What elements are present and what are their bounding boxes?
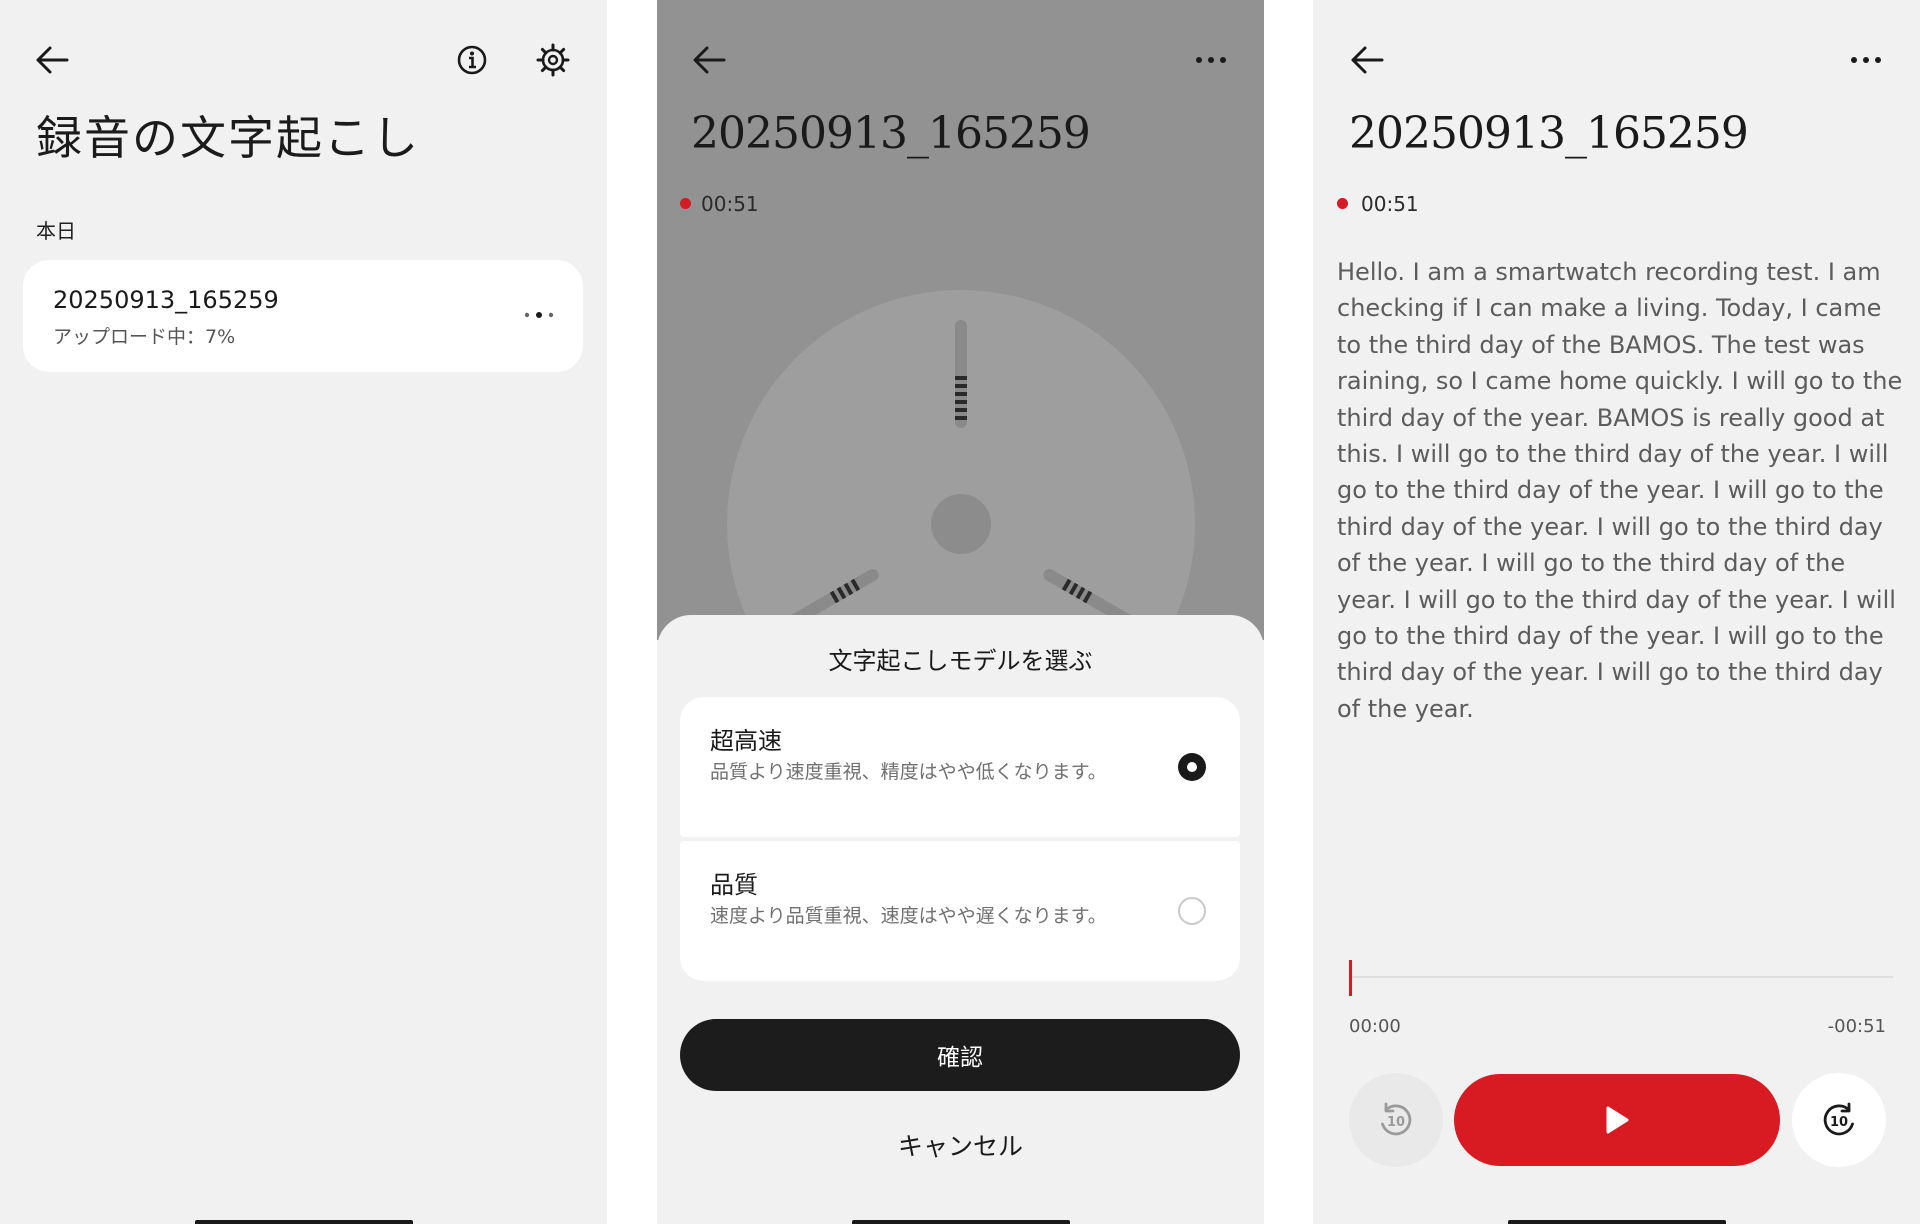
confirm-button[interactable]: 確認 bbox=[680, 1019, 1240, 1091]
svg-text:10: 10 bbox=[1830, 1115, 1848, 1130]
recording-duration: 00:51 bbox=[701, 192, 759, 216]
gear-icon[interactable] bbox=[531, 38, 575, 82]
recording-dot-icon bbox=[680, 198, 691, 209]
back-arrow-icon[interactable] bbox=[1345, 38, 1389, 82]
play-icon bbox=[1606, 1106, 1629, 1134]
more-options-icon[interactable] bbox=[519, 300, 559, 330]
upload-status: アップロード中：7% bbox=[53, 326, 236, 348]
cancel-button[interactable]: キャンセル bbox=[657, 1127, 1264, 1163]
recording-dot-icon bbox=[1337, 198, 1348, 209]
recordings-list-screen: 録音の文字起こし 本日 20250913_165259 アップロード中：7% bbox=[0, 0, 607, 1224]
page-title: 録音の文字起こし bbox=[36, 111, 420, 165]
playback-position-handle[interactable] bbox=[1349, 960, 1352, 996]
remaining-time: -00:51 bbox=[1827, 1016, 1886, 1037]
option-description: 品質より速度重視、精度はやや低くなります。 bbox=[710, 761, 1107, 783]
transcript-screen: 20250913_165259 00:51 Hello. I am a smar… bbox=[1313, 0, 1920, 1224]
rewind-10-icon: 10 bbox=[1381, 1102, 1412, 1136]
option-name: 品質 bbox=[710, 871, 758, 899]
dimmed-background: 20250913_165259 00:51 bbox=[657, 0, 1264, 758]
home-indicator bbox=[194, 1220, 413, 1224]
transcript-text: Hello. I am a smartwatch recording test.… bbox=[1337, 258, 1903, 723]
forward-10-icon: 10 bbox=[1823, 1102, 1854, 1136]
info-icon[interactable] bbox=[450, 38, 494, 82]
playback-scrubber[interactable] bbox=[1349, 976, 1893, 978]
recording-title: 20250913_165259 bbox=[691, 108, 1091, 159]
svg-text:10: 10 bbox=[1387, 1115, 1405, 1130]
back-arrow-icon[interactable] bbox=[687, 38, 731, 82]
forward-10-button[interactable]: 10 bbox=[1792, 1073, 1886, 1167]
home-indicator bbox=[1507, 1220, 1726, 1224]
radio-unselected[interactable] bbox=[1178, 897, 1206, 925]
model-select-screen: 20250913_165259 00:51 文字起こしモデルを選ぶ 超高速 品質… bbox=[657, 0, 1264, 1224]
more-menu-icon[interactable] bbox=[1844, 38, 1888, 82]
section-header-today: 本日 bbox=[36, 219, 76, 243]
recording-title: 20250913_165259 bbox=[1349, 108, 1749, 159]
radio-selected[interactable] bbox=[1178, 753, 1206, 781]
back-arrow-icon[interactable] bbox=[30, 38, 74, 82]
recording-duration: 00:51 bbox=[1361, 192, 1419, 216]
model-select-sheet: 文字起こしモデルを選ぶ 超高速 品質より速度重視、精度はやや低くなります。 品質… bbox=[657, 615, 1264, 1224]
option-name: 超高速 bbox=[710, 727, 782, 755]
more-menu-icon[interactable] bbox=[1189, 38, 1233, 82]
sheet-title: 文字起こしモデルを選ぶ bbox=[828, 647, 1093, 675]
option-description: 速度より品質重視、速度はやや遅くなります。 bbox=[710, 905, 1107, 927]
home-indicator bbox=[851, 1220, 1070, 1224]
recording-list-item[interactable]: 20250913_165259 アップロード中：7% bbox=[23, 260, 583, 372]
rewind-10-button[interactable]: 10 bbox=[1349, 1073, 1443, 1167]
elapsed-time: 00:00 bbox=[1349, 1016, 1401, 1037]
play-button[interactable] bbox=[1454, 1074, 1780, 1166]
option-quality[interactable]: 品質 速度より品質重視、速度はやや遅くなります。 bbox=[680, 841, 1240, 981]
recording-name: 20250913_165259 bbox=[53, 286, 279, 314]
option-ultra-fast[interactable]: 超高速 品質より速度重視、精度はやや低くなります。 bbox=[680, 697, 1240, 837]
